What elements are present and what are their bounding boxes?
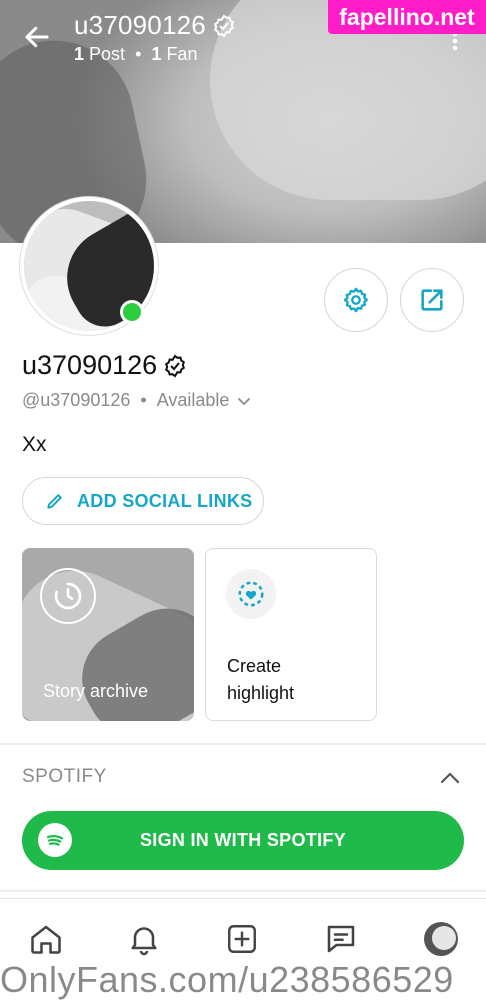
create-highlight-line1: Create: [227, 656, 282, 676]
header-username: u37090126: [74, 10, 206, 40]
nav-notifications-button[interactable]: [124, 919, 164, 959]
create-highlight-line2: highlight: [227, 683, 295, 703]
verified-badge-icon: [213, 14, 234, 37]
sign-in-with-spotify-button[interactable]: SIGN IN WITH SPOTIFY: [22, 811, 464, 870]
section-divider: [0, 890, 486, 892]
header-stats: 1 Post • 1 Fan: [74, 44, 197, 65]
story-archive-label: Story archive: [43, 681, 149, 701]
nav-home-button[interactable]: [26, 919, 66, 959]
create-highlight-label: Create highlight: [227, 653, 294, 707]
add-social-links-label: ADD SOCIAL LINKS: [77, 490, 253, 511]
site-watermark: fapellino.net: [328, 0, 486, 34]
handle-separator: •: [140, 390, 147, 410]
back-arrow-icon[interactable]: [22, 22, 52, 52]
chevron-down-icon: [238, 397, 251, 405]
profile-handle: @u37090126: [22, 390, 131, 410]
spotify-icon: [38, 823, 72, 857]
clock-icon: [40, 568, 96, 624]
gear-icon: [343, 287, 369, 313]
chevron-up-icon[interactable]: [438, 766, 462, 790]
create-highlight-card[interactable]: Create highlight: [205, 548, 377, 721]
post-label: Post: [89, 44, 126, 64]
online-status-dot: [120, 300, 144, 324]
footer-watermark: OnlyFans.com/u238586529: [0, 960, 454, 1000]
heart-icon: [226, 569, 276, 619]
avatar: [424, 922, 458, 956]
availability-status: Available: [156, 390, 230, 410]
profile-name: u37090126: [22, 350, 187, 381]
pencil-icon: [47, 494, 62, 509]
messages-icon: [327, 925, 355, 953]
stats-separator: •: [135, 44, 142, 64]
story-archive-card[interactable]: Story archive: [22, 548, 194, 721]
fan-count: 1: [151, 44, 162, 64]
fan-label: Fan: [166, 44, 198, 64]
profile-name-text: u37090126: [22, 350, 158, 380]
add-social-links-button[interactable]: ADD SOCIAL LINKS: [22, 477, 264, 525]
nav-messages-button[interactable]: [321, 919, 361, 959]
share-icon: [421, 289, 443, 311]
post-count: 1: [74, 44, 85, 64]
header-title: u37090126: [74, 10, 236, 41]
spotify-section-title: SPOTIFY: [22, 766, 107, 787]
share-button[interactable]: [400, 268, 464, 332]
section-divider: [0, 743, 486, 745]
home-icon: [31, 925, 61, 954]
add-square-icon: [228, 925, 256, 953]
profile-bio: Xx: [22, 433, 47, 456]
spotify-button-label: SIGN IN WITH SPOTIFY: [139, 830, 346, 850]
profile-handle-row: @u37090126 • Available: [22, 390, 251, 411]
settings-button[interactable]: [324, 268, 388, 332]
bell-icon: [131, 927, 157, 956]
availability-dropdown[interactable]: Available: [157, 390, 252, 411]
nav-new-post-button[interactable]: [222, 919, 262, 959]
verified-badge-icon: [165, 354, 186, 377]
nav-profile-button[interactable]: [421, 919, 461, 959]
